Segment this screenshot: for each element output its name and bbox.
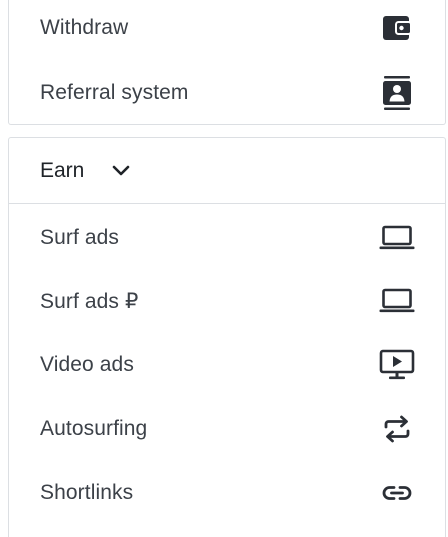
menu-item-label: Referral system: [40, 81, 189, 104]
menu-item-label: Surf ads: [40, 226, 120, 249]
menu-item-video-ads[interactable]: Video ads: [9, 333, 445, 397]
menu-item-label: Withdraw: [40, 16, 129, 39]
menu-item-label: Autosurfing: [40, 417, 148, 440]
wallet-icon: [379, 10, 415, 46]
menu-item-label: Shortlinks: [40, 481, 134, 504]
laptop-icon: [379, 220, 415, 256]
menu-item-label: Surf ads ₽: [40, 289, 139, 313]
menu-item-surf-ads[interactable]: Surf ads: [9, 206, 445, 270]
video-play-icon: [379, 347, 415, 383]
contact-card-icon: [379, 75, 415, 111]
earn-dropdown-toggle[interactable]: Earn: [9, 138, 445, 204]
menu-item-referral-system[interactable]: Referral system: [9, 61, 445, 125]
menu-item-autosurfing[interactable]: Autosurfing: [9, 397, 445, 461]
laptop-icon: [379, 283, 415, 319]
menu-item-label: Video ads: [40, 353, 134, 376]
menu-item-shortlinks[interactable]: Shortlinks: [9, 461, 445, 525]
link-icon: [379, 475, 415, 511]
chevron-down-icon: [110, 160, 132, 182]
earn-label: Earn: [40, 158, 85, 182]
menu-item-surf-ads-rub[interactable]: Surf ads ₽: [9, 269, 445, 333]
menu-item-withdraw[interactable]: Withdraw: [9, 0, 445, 60]
account-menu-card: Withdraw Referral system: [8, 0, 446, 125]
earn-menu-card: Earn Surf ads Surf ads ₽ Video ads Autos…: [8, 137, 446, 537]
repeat-icon: [379, 411, 415, 447]
